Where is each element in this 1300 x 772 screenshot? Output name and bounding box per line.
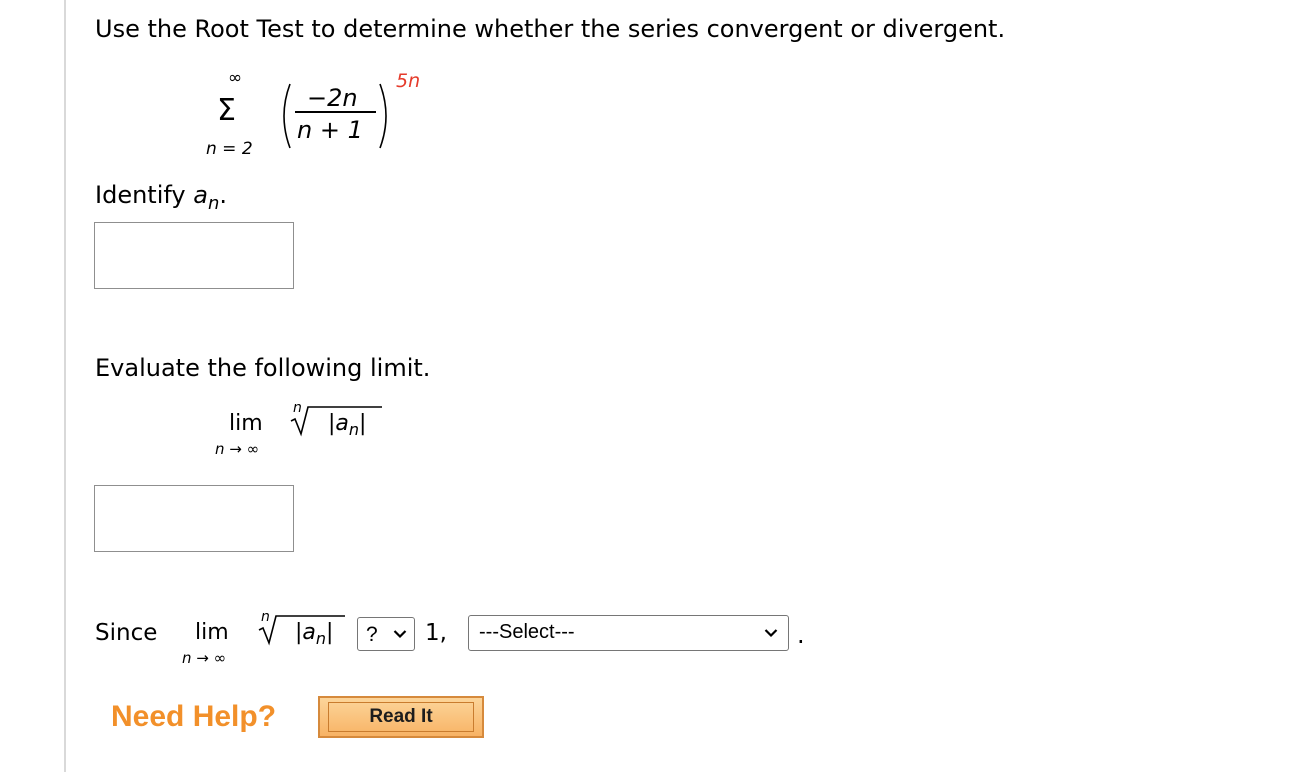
- lim-subscript: n → ∞: [215, 440, 260, 458]
- need-help-label: Need Help?: [111, 700, 277, 733]
- lower-limit: n = 2: [206, 139, 253, 159]
- right-paren: [379, 83, 387, 149]
- since-root-content: |an|: [295, 620, 334, 648]
- question-prompt: Use the Root Test to determine whether t…: [95, 15, 1006, 43]
- term-subscript: n: [207, 193, 220, 214]
- root-content: |an|: [328, 411, 367, 439]
- an-answer-input[interactable]: [94, 222, 294, 289]
- sigma-symbol: Σ: [217, 93, 236, 128]
- compare-to-one: 1,: [425, 620, 447, 646]
- comparison-select-value: ?: [366, 623, 378, 646]
- numerator-text: −2n: [307, 84, 358, 112]
- left-paren: [283, 83, 291, 149]
- term-period: .: [219, 181, 228, 209]
- fraction-numerator: −2n: [307, 86, 358, 110]
- identify-label: Identify an.: [95, 181, 228, 213]
- sentence-period: .: [797, 621, 805, 649]
- lim-word: lim: [229, 411, 263, 436]
- conclusion-select[interactable]: ---Select---: [468, 615, 789, 651]
- since-lim-word: lim: [195, 620, 229, 645]
- limit-answer-input[interactable]: [94, 485, 294, 552]
- upper-limit: ∞: [228, 68, 243, 88]
- fraction-denominator: n + 1: [297, 116, 363, 144]
- chevron-down-icon: [764, 629, 778, 638]
- since-lim-subscript: n → ∞: [182, 649, 227, 667]
- chevron-down-icon: [393, 630, 407, 639]
- identify-word: Identify: [95, 181, 186, 209]
- conclusion-select-value: ---Select---: [479, 621, 575, 643]
- fraction-bar: [295, 111, 376, 113]
- term-symbol: a: [193, 181, 208, 209]
- left-divider: [64, 0, 66, 772]
- evaluate-label: Evaluate the following limit.: [95, 354, 431, 382]
- exponent: 5n: [396, 70, 421, 92]
- read-it-button[interactable]: Read It: [318, 696, 484, 738]
- since-label: Since: [95, 620, 158, 646]
- comparison-select[interactable]: ?: [357, 617, 415, 651]
